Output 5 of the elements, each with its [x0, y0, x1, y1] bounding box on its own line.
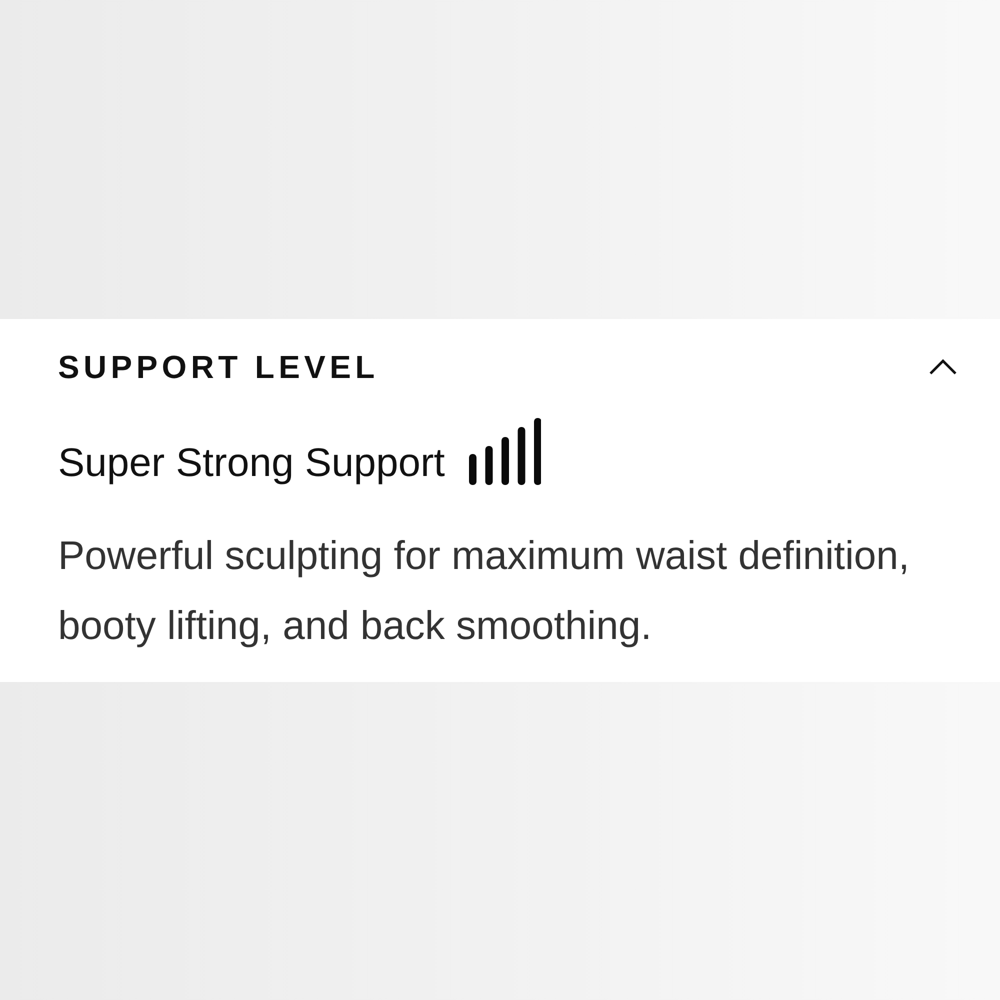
support-level-label: Super Strong Support	[58, 440, 445, 486]
description-text: Powerful sculpting for maximum waist definition, booty lifting, and back smoothing.	[58, 532, 910, 650]
accordion-header[interactable]: SUPPORT LEVEL	[58, 348, 958, 384]
chevron-up-icon	[929, 358, 957, 374]
level-bars-icon	[468, 418, 541, 484]
